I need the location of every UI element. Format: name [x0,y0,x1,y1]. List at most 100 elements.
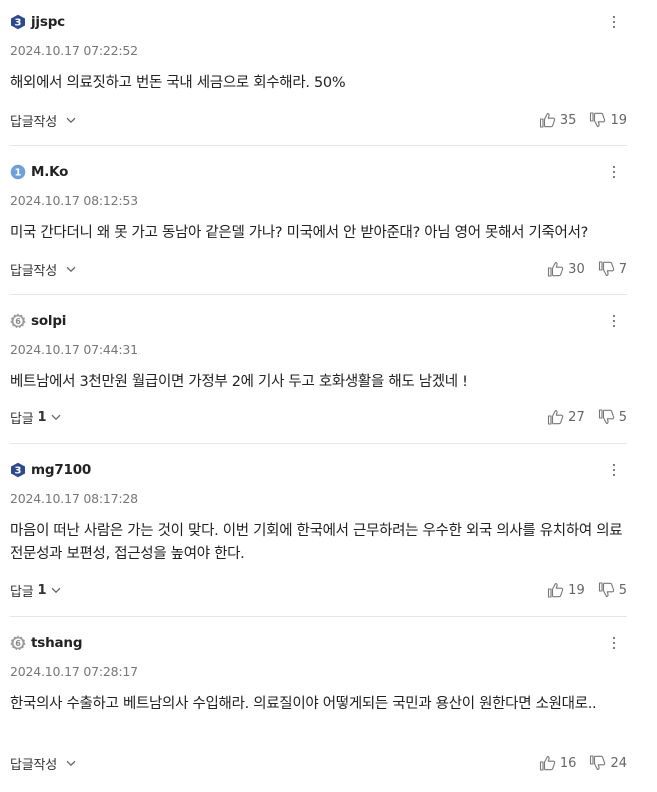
username[interactable]: solpi [31,313,66,329]
reply-button[interactable]: 답글 1 [10,408,61,427]
chevron-down-icon [66,760,76,766]
comment-header: 6 solpi [10,311,66,331]
comment-item: 3 mg7100 2024.10.17 08:17:28 마음이 떠난 사람은 … [10,460,627,602]
like-count: 30 [568,261,585,277]
comment-header: 6 tshang [10,633,82,653]
reply-label: 답글작성 [10,263,58,279]
comment-footer: 답글작성 30 7 [10,259,627,279]
chevron-down-icon [51,587,61,593]
comment-item: 6 tshang 2024.10.17 07:28:17 한국의사 수출하고 베… [10,633,627,778]
comment-header: 1 M.Ko [10,162,68,182]
level-badge-icon: 6 [10,313,26,329]
comment-footer: 답글 1 27 5 [10,407,627,427]
comment-header: 3 mg7100 [10,460,91,480]
comment-date: 2024.10.17 08:17:28 [10,491,138,506]
dislike-button[interactable]: 24 [589,755,627,771]
thumbs-down-icon [598,409,614,425]
dislike-button[interactable]: 7 [598,261,627,277]
vote-group: 35 19 [539,110,627,130]
reply-count: 1 [37,409,47,425]
like-count: 19 [568,582,585,598]
chevron-down-icon [66,117,76,123]
comment-item: 3 jjspc 2024.10.17 07:22:52 해외에서 의료짓하고 번… [10,12,627,132]
reply-label: 답글 [10,584,34,600]
thumbs-down-icon [598,261,614,277]
svg-text:3: 3 [15,18,22,29]
level-badge-icon: 6 [10,635,26,651]
like-button[interactable]: 27 [547,409,585,425]
divider [10,145,627,146]
svg-text:1: 1 [15,168,22,179]
chevron-down-icon [51,414,61,420]
vote-group: 27 5 [547,407,627,427]
comment-footer: 답글작성 35 19 [10,110,627,130]
thumbs-up-icon [539,755,556,771]
like-button[interactable]: 30 [547,261,585,277]
dislike-button[interactable]: 19 [589,112,627,128]
username[interactable]: mg7100 [31,462,91,478]
reply-button[interactable]: 답글작성 [10,260,76,279]
thumbs-up-icon [548,409,564,425]
chevron-down-icon [66,266,76,272]
svg-text:3: 3 [15,466,22,477]
comment-item: 6 solpi 2024.10.17 07:44:31 베트남에서 3천만원 월… [10,311,627,431]
comment-text: 미국 간다더니 왜 못 가고 동남아 같은델 가나? 미국에서 안 받아준대? … [10,225,589,241]
dislike-count: 5 [618,409,627,425]
divider [10,616,627,617]
dislike-button[interactable]: 5 [598,582,627,598]
thumbs-down-icon [590,755,606,771]
comment-header: 3 jjspc [10,12,65,32]
like-button[interactable]: 16 [539,755,576,771]
more-options-icon[interactable] [609,461,619,479]
svg-text:6: 6 [15,639,21,648]
more-options-icon[interactable] [609,13,619,31]
dislike-count: 24 [610,755,627,771]
reply-count: 1 [37,582,47,598]
comment-date: 2024.10.17 08:12:53 [10,193,138,208]
divider [10,443,627,444]
comment-footer: 답글작성 16 24 [10,753,627,773]
reply-button[interactable]: 답글작성 [10,111,76,130]
username[interactable]: M.Ko [31,164,68,180]
vote-group: 19 5 [547,580,627,600]
thumbs-up-icon [548,261,564,277]
reply-label: 답글작성 [10,757,58,773]
username[interactable]: jjspc [31,14,65,30]
username[interactable]: tshang [31,635,82,651]
comment-text: 베트남에서 3천만원 월급이면 가정부 2에 기사 두고 호화생활을 해도 남겠… [10,374,468,390]
like-count: 27 [568,409,585,425]
svg-text:6: 6 [15,317,21,326]
more-options-icon[interactable] [609,634,619,652]
vote-group: 16 24 [539,753,627,773]
divider [10,294,627,295]
reply-button[interactable]: 답글 1 [10,581,61,600]
reply-button[interactable]: 답글작성 [10,754,76,773]
vote-group: 30 7 [547,259,627,279]
thumbs-up-icon [548,582,564,598]
thumbs-up-icon [539,112,556,128]
comment-item: 1 M.Ko 2024.10.17 08:12:53 미국 간다더니 왜 못 가… [10,162,627,282]
more-options-icon[interactable] [609,163,619,181]
comment-footer: 답글 1 19 5 [10,580,627,600]
comment-text: 한국의사 수출하고 베트남의사 수입해라. 의료질이야 어떻게되든 국민과 용산… [10,696,597,712]
reply-label: 답글작성 [10,114,58,130]
dislike-button[interactable]: 5 [598,409,627,425]
thumbs-down-icon [598,582,614,598]
dislike-count: 7 [618,261,627,277]
comment-text: 해외에서 의료짓하고 번돈 국내 세금으로 회수해라. 50% [10,75,346,91]
like-button[interactable]: 19 [547,582,585,598]
level-badge-icon: 3 [10,462,26,478]
dislike-count: 19 [610,112,627,128]
comment-text: 마음이 떠난 사람은 가는 것이 맞다. 이번 기회에 한국에서 근무하려는 우… [10,523,623,562]
comment-date: 2024.10.17 07:22:52 [10,43,138,58]
more-options-icon[interactable] [609,312,619,330]
reply-label: 답글 [10,411,34,427]
comment-date: 2024.10.17 07:44:31 [10,342,138,357]
like-button[interactable]: 35 [539,112,577,128]
thumbs-down-icon [590,112,606,128]
comment-date: 2024.10.17 07:28:17 [10,664,138,679]
dislike-count: 5 [618,582,627,598]
level-badge-icon: 3 [10,14,26,30]
level-badge-icon: 1 [10,164,26,180]
like-count: 35 [559,112,577,128]
